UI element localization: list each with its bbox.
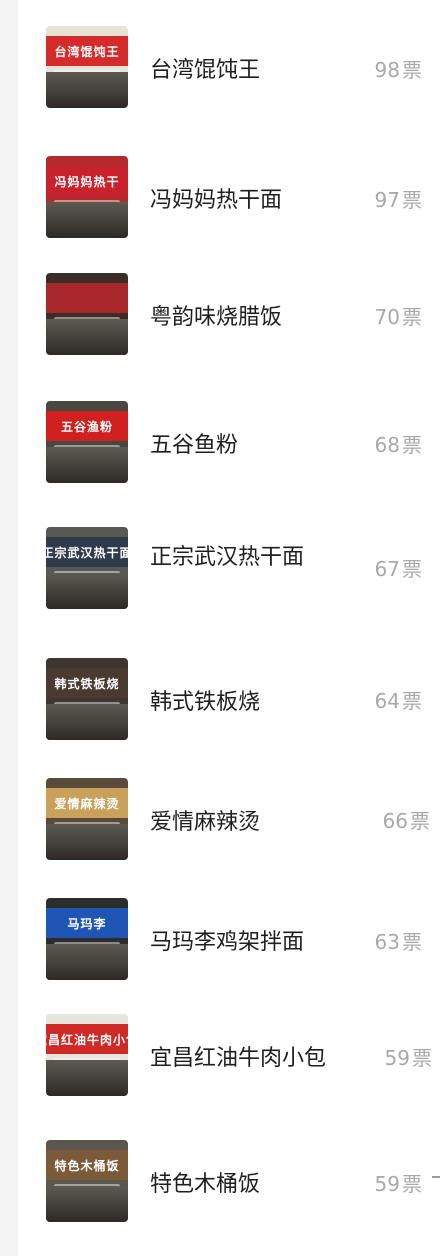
restaurant-name: 马玛李鸡架拌面	[150, 930, 305, 955]
restaurant-list: 台湾馄饨王 台湾馄饨王 98 票 冯妈妈热干 冯妈妈热干面 97 票 粤韵味烧腊饭	[18, 0, 442, 1256]
restaurant-name: 爱情麻辣烫	[150, 810, 261, 835]
restaurant-name: 宜昌红油牛肉小包	[150, 1046, 327, 1071]
restaurant-thumbnail: 韩式铁板烧	[46, 658, 128, 740]
storefront-sign: 马玛李	[46, 908, 128, 938]
restaurant-name: 韩式铁板烧	[150, 690, 261, 715]
restaurant-thumbnail: 正宗武汉热干面	[46, 527, 128, 609]
restaurant-thumbnail: 特色木桶饭	[46, 1140, 128, 1222]
list-item[interactable]: 爱情麻辣烫 爱情麻辣烫 66 票	[18, 770, 442, 870]
restaurant-thumbnail	[46, 273, 128, 355]
vote-count: 67 票	[374, 557, 422, 581]
restaurant-thumbnail: 宜昌红油牛肉小包	[46, 1014, 128, 1096]
list-item[interactable]: 正宗武汉热干面 正宗武汉热干面 67 票	[18, 519, 442, 619]
restaurant-thumbnail: 五谷渔粉	[46, 401, 128, 483]
list-item[interactable]: 粤韵味烧腊饭 70 票	[18, 265, 442, 365]
restaurant-name: 正宗武汉热干面	[150, 545, 305, 570]
storefront-sign: 台湾馄饨王	[46, 36, 128, 66]
storefront-sign: 特色木桶饭	[46, 1150, 128, 1180]
vote-count: 66 票	[382, 809, 430, 833]
restaurant-thumbnail: 台湾馄饨王	[46, 26, 128, 108]
restaurant-name: 粤韵味烧腊饭	[150, 305, 283, 330]
list-item[interactable]: 宜昌红油牛肉小包 宜昌红油牛肉小包 59票	[18, 1006, 442, 1106]
vote-count: 68 票	[374, 433, 422, 457]
restaurant-name: 五谷鱼粉	[150, 433, 239, 458]
restaurant-name: 特色木桶饭	[150, 1172, 261, 1197]
vote-count: 97 票	[374, 188, 422, 212]
restaurant-thumbnail: 爱情麻辣烫	[46, 778, 128, 860]
storefront-sign: 韩式铁板烧	[46, 668, 128, 698]
storefront-sign: 爱情麻辣烫	[46, 788, 128, 818]
vote-count: 64 票	[374, 689, 422, 713]
list-item[interactable]: 特色木桶饭 特色木桶饭 59 票	[18, 1132, 442, 1232]
vote-count: 59 票	[384, 1046, 432, 1070]
storefront-sign: 五谷渔粉	[46, 411, 128, 441]
restaurant-thumbnail: 马玛李	[46, 898, 128, 980]
vote-ranking-page: 台湾馄饨王 台湾馄饨王 98 票 冯妈妈热干 冯妈妈热干面 97 票 粤韵味烧腊饭	[0, 0, 442, 1256]
restaurant-name: 冯妈妈热干面	[150, 188, 283, 213]
list-item[interactable]: 五谷渔粉 五谷鱼粉 68 票	[18, 393, 442, 493]
restaurant-thumbnail: 冯妈妈热干	[46, 156, 128, 238]
scroll-edge-indicator	[432, 1176, 440, 1178]
vote-count: 63 票	[374, 930, 422, 954]
restaurant-name: 台湾馄饨王	[150, 58, 261, 83]
list-item[interactable]: 冯妈妈热干 冯妈妈热干面 97 票	[18, 148, 442, 248]
vote-count: 59 票	[374, 1172, 422, 1196]
list-item[interactable]: 台湾馄饨王 台湾馄饨王 98 票	[18, 18, 442, 118]
list-item[interactable]: 韩式铁板烧 韩式铁板烧 64 票	[18, 650, 442, 750]
storefront-sign	[46, 283, 128, 313]
vote-count: 98 票	[374, 58, 422, 82]
storefront-sign: 冯妈妈热干	[46, 166, 128, 196]
storefront-sign: 宜昌红油牛肉小包	[46, 1024, 128, 1054]
list-item[interactable]: 马玛李 马玛李鸡架拌面 63 票	[18, 890, 442, 990]
vote-count: 70 票	[374, 305, 422, 329]
storefront-sign: 正宗武汉热干面	[46, 537, 128, 567]
